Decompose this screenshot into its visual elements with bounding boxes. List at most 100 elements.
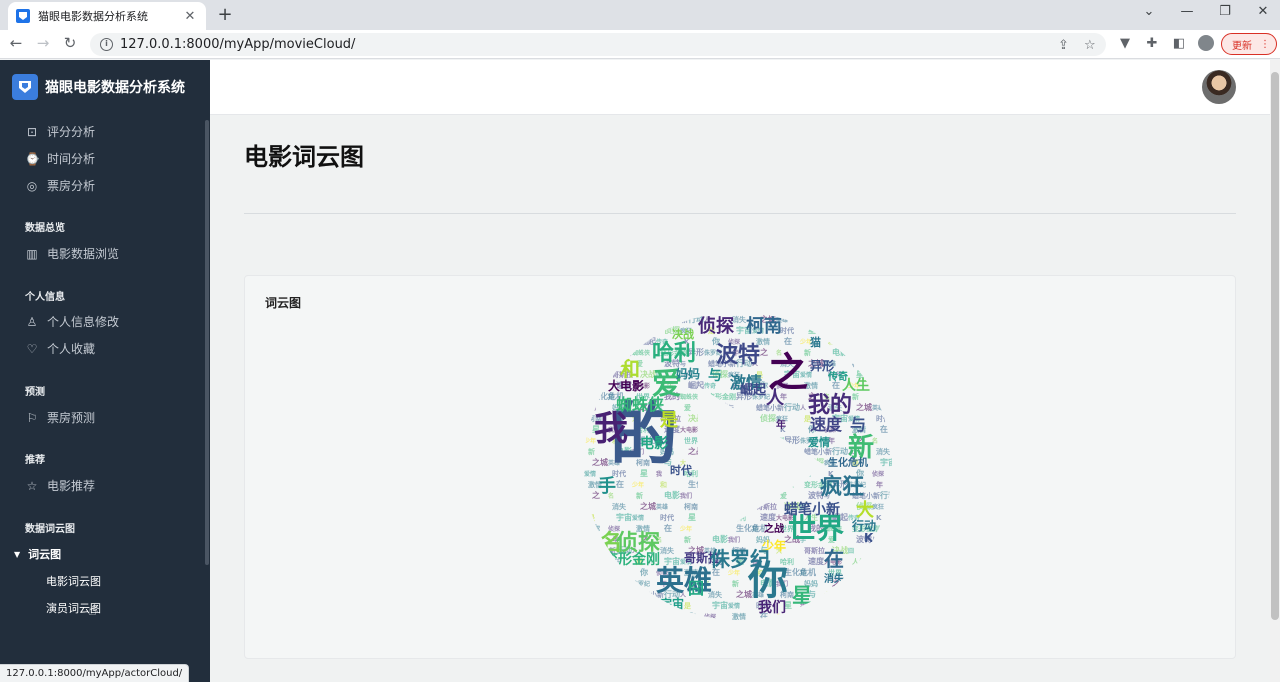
wordcloud-filler-word: 电影 bbox=[664, 490, 680, 500]
update-button[interactable]: 更新 ⋮ bbox=[1221, 33, 1277, 55]
wordcloud-filler-word: 速度 bbox=[712, 468, 729, 478]
wordcloud-filler-word: 世界 bbox=[684, 436, 699, 445]
sidebar-item-movie-browse[interactable]: ▥ 电影数据浏览 bbox=[25, 245, 119, 262]
tab-strip: 猫眼电影数据分析系统 ✕ + ⌄ — ❐ ✕ bbox=[0, 0, 1280, 30]
wordcloud-word: 侦探 bbox=[698, 315, 735, 337]
wordcloud-word: 是 bbox=[659, 410, 678, 431]
sidebar-item-edit-profile[interactable]: ♙ 个人信息修改 bbox=[25, 313, 119, 330]
wordcloud-filler-word: 之城 bbox=[856, 402, 872, 412]
wordcloud-filler-word: 猫 bbox=[872, 338, 878, 346]
close-tab-icon[interactable]: ✕ bbox=[182, 9, 198, 24]
share-icon[interactable]: ⇪ bbox=[1058, 38, 1069, 53]
wordcloud-filler-word: 囧 bbox=[584, 602, 590, 610]
wordcloud-filler-word: 在 bbox=[664, 523, 672, 533]
wordcloud-word: 变形金刚 bbox=[604, 551, 660, 568]
sidebar-item-label: 个人收藏 bbox=[47, 342, 96, 356]
wordcloud-filler-word: 疯狂 bbox=[656, 602, 668, 610]
browser-tab[interactable]: 猫眼电影数据分析系统 ✕ bbox=[8, 2, 206, 30]
wordcloud-filler-word: 大电影 bbox=[872, 602, 890, 610]
wordcloud-filler-word: 爱 bbox=[876, 579, 883, 588]
info-icon[interactable]: i bbox=[100, 38, 113, 51]
wordcloud-filler-word: 异形 bbox=[784, 435, 800, 445]
wordcloud-filler-word: 与 bbox=[832, 314, 840, 324]
wordcloud-filler-word: 侦探 bbox=[591, 556, 609, 566]
wordcloud-filler-word: 生化危机 bbox=[784, 567, 816, 577]
wordcloud-filler-word: 和 bbox=[803, 612, 811, 621]
restore-icon[interactable]: ❐ bbox=[1214, 4, 1236, 19]
wordcloud-filler-word: 宇宙 bbox=[616, 512, 632, 522]
sidebar-header-wordcloud: 数据词云图 bbox=[25, 524, 75, 535]
wordcloud-word: 人 bbox=[766, 388, 785, 409]
page-scrollbar-thumb[interactable] bbox=[1271, 72, 1279, 620]
wordcloud-filler-word: 侏罗纪 bbox=[632, 580, 650, 588]
wordcloud-filler-word: 和 bbox=[659, 480, 667, 489]
wordcloud-word: 疯狂 bbox=[820, 474, 864, 500]
wordcloud-filler-word: 蜘蛛侠 bbox=[728, 437, 747, 445]
wordcloud-filler-word: 爱 bbox=[780, 491, 787, 500]
flag-icon: ⚐ bbox=[26, 410, 38, 425]
wordcloud-filler-word: 我们 bbox=[680, 492, 692, 500]
sidebar-group-wordcloud[interactable]: ▼ 词云图 bbox=[14, 546, 61, 562]
sidebar-item-movie-recommend[interactable]: ☆ 电影推荐 bbox=[25, 477, 95, 494]
watch-icon: ⌚ bbox=[25, 151, 40, 166]
wordcloud-filler-word: 猫 bbox=[848, 613, 854, 621]
sidebar-header-prediction: 预测 bbox=[25, 387, 45, 398]
wordcloud-word: 爱情 bbox=[808, 435, 830, 449]
sidebar-item-rating-analysis[interactable]: ⊡ 评分分析 bbox=[25, 123, 95, 140]
status-bar: 127.0.0.1:8000/myApp/actorCloud/ bbox=[0, 664, 190, 682]
extension-v-icon[interactable]: ▼ bbox=[1116, 36, 1134, 51]
wordcloud-filler-word: 哈利 bbox=[828, 601, 842, 610]
profile-icon[interactable] bbox=[1198, 35, 1214, 51]
wordcloud-word: 生化危机 bbox=[828, 456, 868, 469]
wordcloud-filler-word: 我 bbox=[872, 371, 878, 379]
avatar[interactable] bbox=[1202, 70, 1236, 104]
wordcloud-filler-word: 决战 bbox=[592, 325, 608, 335]
wordcloud-filler-word: 异形 bbox=[880, 523, 896, 533]
wordcloud-filler-word: 传奇 bbox=[631, 613, 644, 621]
wordcloud-word: 与 bbox=[708, 368, 722, 384]
wordcloud-filler-word: 世界 bbox=[732, 480, 747, 489]
tab-search-icon[interactable]: ⌄ bbox=[1138, 4, 1160, 19]
wordcloud-filler-word: 世界 bbox=[876, 612, 891, 621]
sidebar-item-boxoffice-analysis[interactable]: ◎ 票房分析 bbox=[25, 177, 95, 194]
caret-down-icon: ▼ bbox=[14, 549, 21, 559]
brand[interactable]: 猫眼电影数据分析系统 bbox=[12, 74, 185, 100]
wordcloud-filler-word: 大 bbox=[728, 503, 734, 511]
divider bbox=[244, 213, 1236, 214]
forward-icon[interactable]: → bbox=[33, 34, 53, 52]
sidebar-subitem-movie-cloud[interactable]: 电影词云图 bbox=[46, 573, 101, 589]
wordcloud-filler-word: 在 bbox=[880, 424, 888, 434]
back-icon[interactable]: ← bbox=[6, 34, 26, 52]
sidebar-header-personal: 个人信息 bbox=[25, 292, 65, 303]
wordcloud-filler-word: 之战 bbox=[736, 490, 752, 500]
sidebar-item-time-analysis[interactable]: ⌚ 时间分析 bbox=[25, 150, 95, 167]
bookmark-star-icon[interactable]: ☆ bbox=[1084, 38, 1096, 53]
wordcloud-filler-word: 是 bbox=[683, 601, 692, 610]
wordcloud-filler-word: 哥斯拉 bbox=[852, 590, 873, 599]
wordcloud-filler-word: 之战 bbox=[688, 446, 704, 456]
wordcloud-filler-word: 大电影 bbox=[680, 426, 698, 434]
side-panel-icon[interactable]: ◧ bbox=[1170, 36, 1188, 51]
close-window-icon[interactable]: ✕ bbox=[1252, 4, 1274, 19]
wordcloud-filler-word: 囧 bbox=[704, 415, 710, 423]
address-bar[interactable]: i 127.0.0.1:8000/myApp/movieCloud/ ⇪ ☆ bbox=[90, 33, 1106, 56]
sidebar-item-favorites[interactable]: ♡ 个人收藏 bbox=[25, 340, 95, 357]
wordcloud-filler-word: 之城 bbox=[640, 501, 656, 511]
sidebar-group-label: 词云图 bbox=[28, 548, 62, 561]
extensions-puzzle-icon[interactable]: ✚ bbox=[1143, 36, 1161, 51]
sidebar-item-label: 时间分析 bbox=[47, 152, 96, 166]
new-tab-button[interactable]: + bbox=[214, 4, 236, 25]
sidebar-item-boxoffice-predict[interactable]: ⚐ 票房预测 bbox=[25, 409, 95, 426]
sidebar-scrollbar[interactable] bbox=[205, 120, 209, 565]
wordcloud-filler-word: 侦探 bbox=[759, 413, 777, 423]
lifebuoy-icon: ◎ bbox=[26, 178, 38, 193]
wordcloud-filler-word: 囧 bbox=[608, 327, 614, 335]
minimize-icon[interactable]: — bbox=[1176, 4, 1198, 19]
wordcloud-filler-word: 速度 bbox=[808, 556, 825, 566]
wordcloud-word: 星 bbox=[792, 583, 812, 607]
wordcloud-filler-word: 猫 bbox=[704, 481, 710, 489]
wordcloud-filler-word: 少年 bbox=[631, 481, 644, 489]
reload-icon[interactable]: ↻ bbox=[60, 34, 80, 52]
wordcloud-filler-word: 爱 bbox=[732, 447, 739, 456]
wordcloud-filler-word: 决战 bbox=[880, 589, 896, 599]
